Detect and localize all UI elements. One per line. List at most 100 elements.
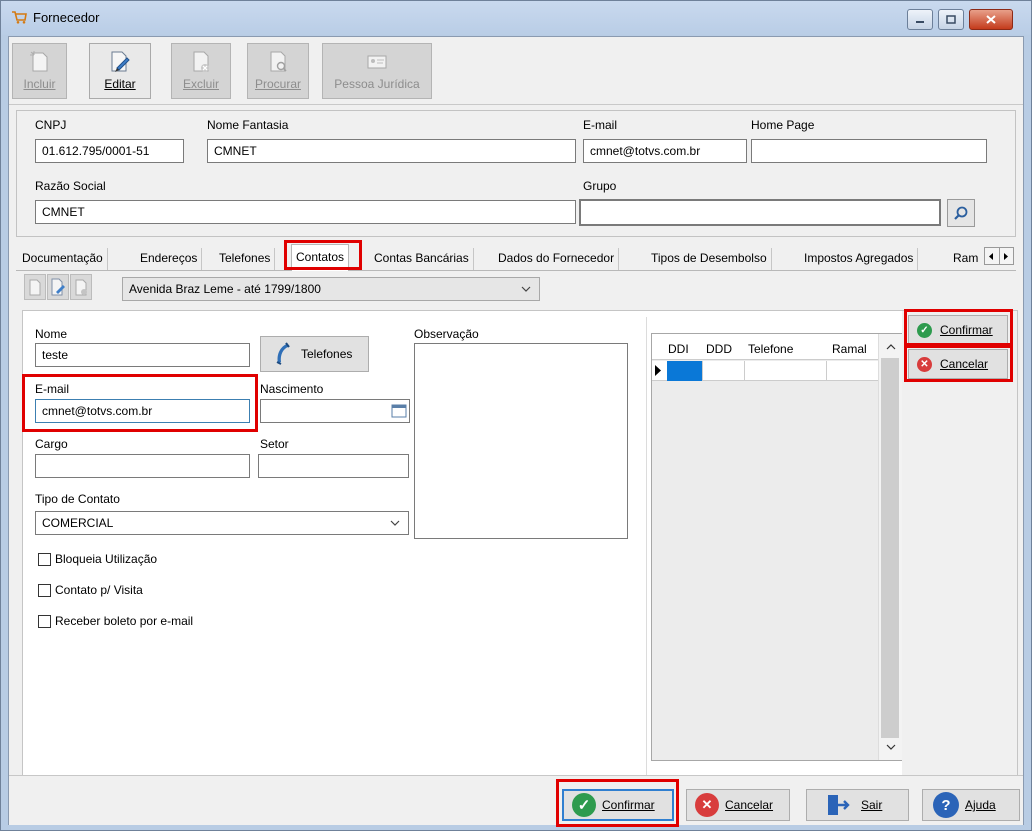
grupo-field[interactable] <box>579 199 941 226</box>
setor-field[interactable] <box>258 454 409 478</box>
nome-field[interactable]: teste <box>35 343 250 367</box>
tab-scroll-right-icon[interactable] <box>1000 248 1014 264</box>
tipo-contato-label: Tipo de Contato <box>35 492 120 506</box>
sair-button[interactable]: Sair <box>806 789 909 821</box>
telefones-button[interactable]: Telefones <box>260 336 369 372</box>
row-pointer-icon <box>655 365 661 376</box>
razao-social-field[interactable]: CMNET <box>35 200 576 224</box>
close-button[interactable] <box>969 9 1013 30</box>
tab-contas-bancarias[interactable]: Contas Bancárias <box>370 248 474 270</box>
incluir-button[interactable]: Incluir <box>12 43 67 99</box>
contact-edit-button[interactable] <box>47 274 69 300</box>
scroll-down-icon[interactable] <box>886 744 896 750</box>
tab-contatos[interactable]: Contatos <box>291 244 350 271</box>
tab-ramo[interactable]: Ram <box>949 248 987 270</box>
observacao-textarea[interactable] <box>414 343 628 539</box>
header-panel: CNPJ 01.612.795/0001-51 Nome Fantasia CM… <box>16 110 1016 237</box>
grid-col-ddi: DDI <box>668 342 689 356</box>
side-confirmar-button[interactable]: ✓ Confirmar <box>908 315 1008 345</box>
minimize-button[interactable] <box>907 9 933 30</box>
search-document-icon <box>270 51 287 72</box>
grid-row[interactable] <box>652 361 878 381</box>
grid-col-ramal: Ramal <box>832 342 867 356</box>
contact-delete-button[interactable] <box>70 274 92 300</box>
home-page-field[interactable] <box>751 139 987 163</box>
contact-selector[interactable]: Avenida Braz Leme - até 1799/1800 <box>122 277 540 301</box>
side-cancelar-button[interactable]: ✕ Cancelar <box>908 349 1008 379</box>
contato-visita-checkbox[interactable] <box>38 584 51 597</box>
grid-scrollbar[interactable] <box>878 334 902 760</box>
contact-selector-value: Avenida Braz Leme - até 1799/1800 <box>129 282 321 296</box>
nome-fantasia-field[interactable]: CMNET <box>207 139 576 163</box>
observacao-label: Observação <box>414 327 479 341</box>
receber-boleto-checkbox[interactable] <box>38 615 51 628</box>
pessoa-juridica-label: Pessoa Jurídica <box>334 77 420 91</box>
setor-label: Setor <box>260 437 289 451</box>
nascimento-field[interactable] <box>260 399 410 423</box>
editar-button[interactable]: Editar <box>89 43 151 99</box>
edit-document-icon <box>111 51 130 72</box>
minimize-icon <box>916 20 924 23</box>
maximize-button[interactable] <box>938 9 964 30</box>
tab-scroll-left-icon[interactable] <box>985 248 1000 264</box>
check-icon: ✓ <box>572 793 596 817</box>
bloqueia-utilizacao-checkbox[interactable] <box>38 553 51 566</box>
calendar-icon[interactable] <box>391 404 407 418</box>
grupo-search-button[interactable] <box>947 199 975 227</box>
form-divider <box>646 317 647 795</box>
sair-label: Sair <box>861 798 883 812</box>
contact-email-field[interactable]: cmnet@totvs.com.br <box>35 399 250 423</box>
grid-col-ddd: DDD <box>706 342 732 356</box>
tab-telefones[interactable]: Telefones <box>215 248 276 270</box>
cnpj-field[interactable]: 01.612.795/0001-51 <box>35 139 184 163</box>
cargo-label: Cargo <box>35 437 68 451</box>
scroll-up-icon[interactable] <box>886 344 896 350</box>
excluir-label: Excluir <box>182 77 219 91</box>
tab-impostos-agregados[interactable]: Impostos Agregados <box>800 248 919 270</box>
ajuda-button[interactable]: ? Ajuda <box>922 789 1020 821</box>
grid-selected-cell[interactable] <box>667 361 702 381</box>
window-content: Incluir Editar Excluir Procurar Pessoa J… <box>8 36 1024 827</box>
side-action-panel <box>902 310 1018 802</box>
cancelar-button[interactable]: ✕ Cancelar <box>686 789 790 821</box>
grupo-label: Grupo <box>583 179 617 193</box>
tab-enderecos[interactable]: Endereços <box>136 248 203 270</box>
help-icon: ? <box>933 792 959 818</box>
cargo-field[interactable] <box>35 454 250 478</box>
email-field[interactable]: cmnet@totvs.com.br <box>583 139 747 163</box>
check-icon: ✓ <box>917 322 932 338</box>
chevron-down-icon <box>521 286 531 292</box>
exit-door-icon <box>828 795 850 815</box>
email-label: E-mail <box>583 118 618 132</box>
procurar-button[interactable]: Procurar <box>247 43 309 99</box>
excluir-button[interactable]: Excluir <box>171 43 231 99</box>
tipo-contato-value: COMERCIAL <box>42 516 114 530</box>
tipo-contato-select[interactable]: COMERCIAL <box>35 511 409 535</box>
contato-visita-label: Contato p/ Visita <box>55 583 143 597</box>
bloqueia-utilizacao-label: Bloqueia Utilização <box>55 552 158 566</box>
grid-col-telefone: Telefone <box>748 342 794 356</box>
grid-scroll-thumb[interactable] <box>881 358 899 738</box>
cancel-icon: ✕ <box>917 356 932 372</box>
window-title: Fornecedor <box>33 10 100 25</box>
tab-tipos-desembolso[interactable]: Tipos de Desembolso <box>647 248 772 270</box>
confirmar-button[interactable]: ✓ Confirmar <box>562 789 674 821</box>
tab-documentacao[interactable]: Documentação <box>18 248 108 270</box>
cancelar-label: Cancelar <box>725 798 774 812</box>
chevron-down-icon <box>390 520 400 526</box>
delete-document-icon <box>193 51 209 72</box>
receber-boleto-label: Receber boleto por e-mail <box>55 614 194 628</box>
search-icon <box>954 206 968 220</box>
phone-grid[interactable]: DDI DDD Telefone Ramal <box>651 333 903 761</box>
main-toolbar: Incluir Editar Excluir Procurar Pessoa J… <box>9 37 1023 105</box>
phone-handset-icon <box>276 342 290 365</box>
tab-dados-fornecedor[interactable]: Dados do Fornecedor <box>494 248 620 270</box>
contact-email-label: E-mail <box>35 382 70 396</box>
new-document-icon <box>29 51 47 72</box>
delete-document-icon <box>75 279 87 296</box>
telefones-button-label: Telefones <box>301 347 353 361</box>
edit-document-icon <box>51 278 65 296</box>
contact-new-button[interactable] <box>24 274 46 300</box>
pessoa-juridica-button[interactable]: Pessoa Jurídica <box>322 43 432 99</box>
tab-scroll <box>984 247 1014 265</box>
